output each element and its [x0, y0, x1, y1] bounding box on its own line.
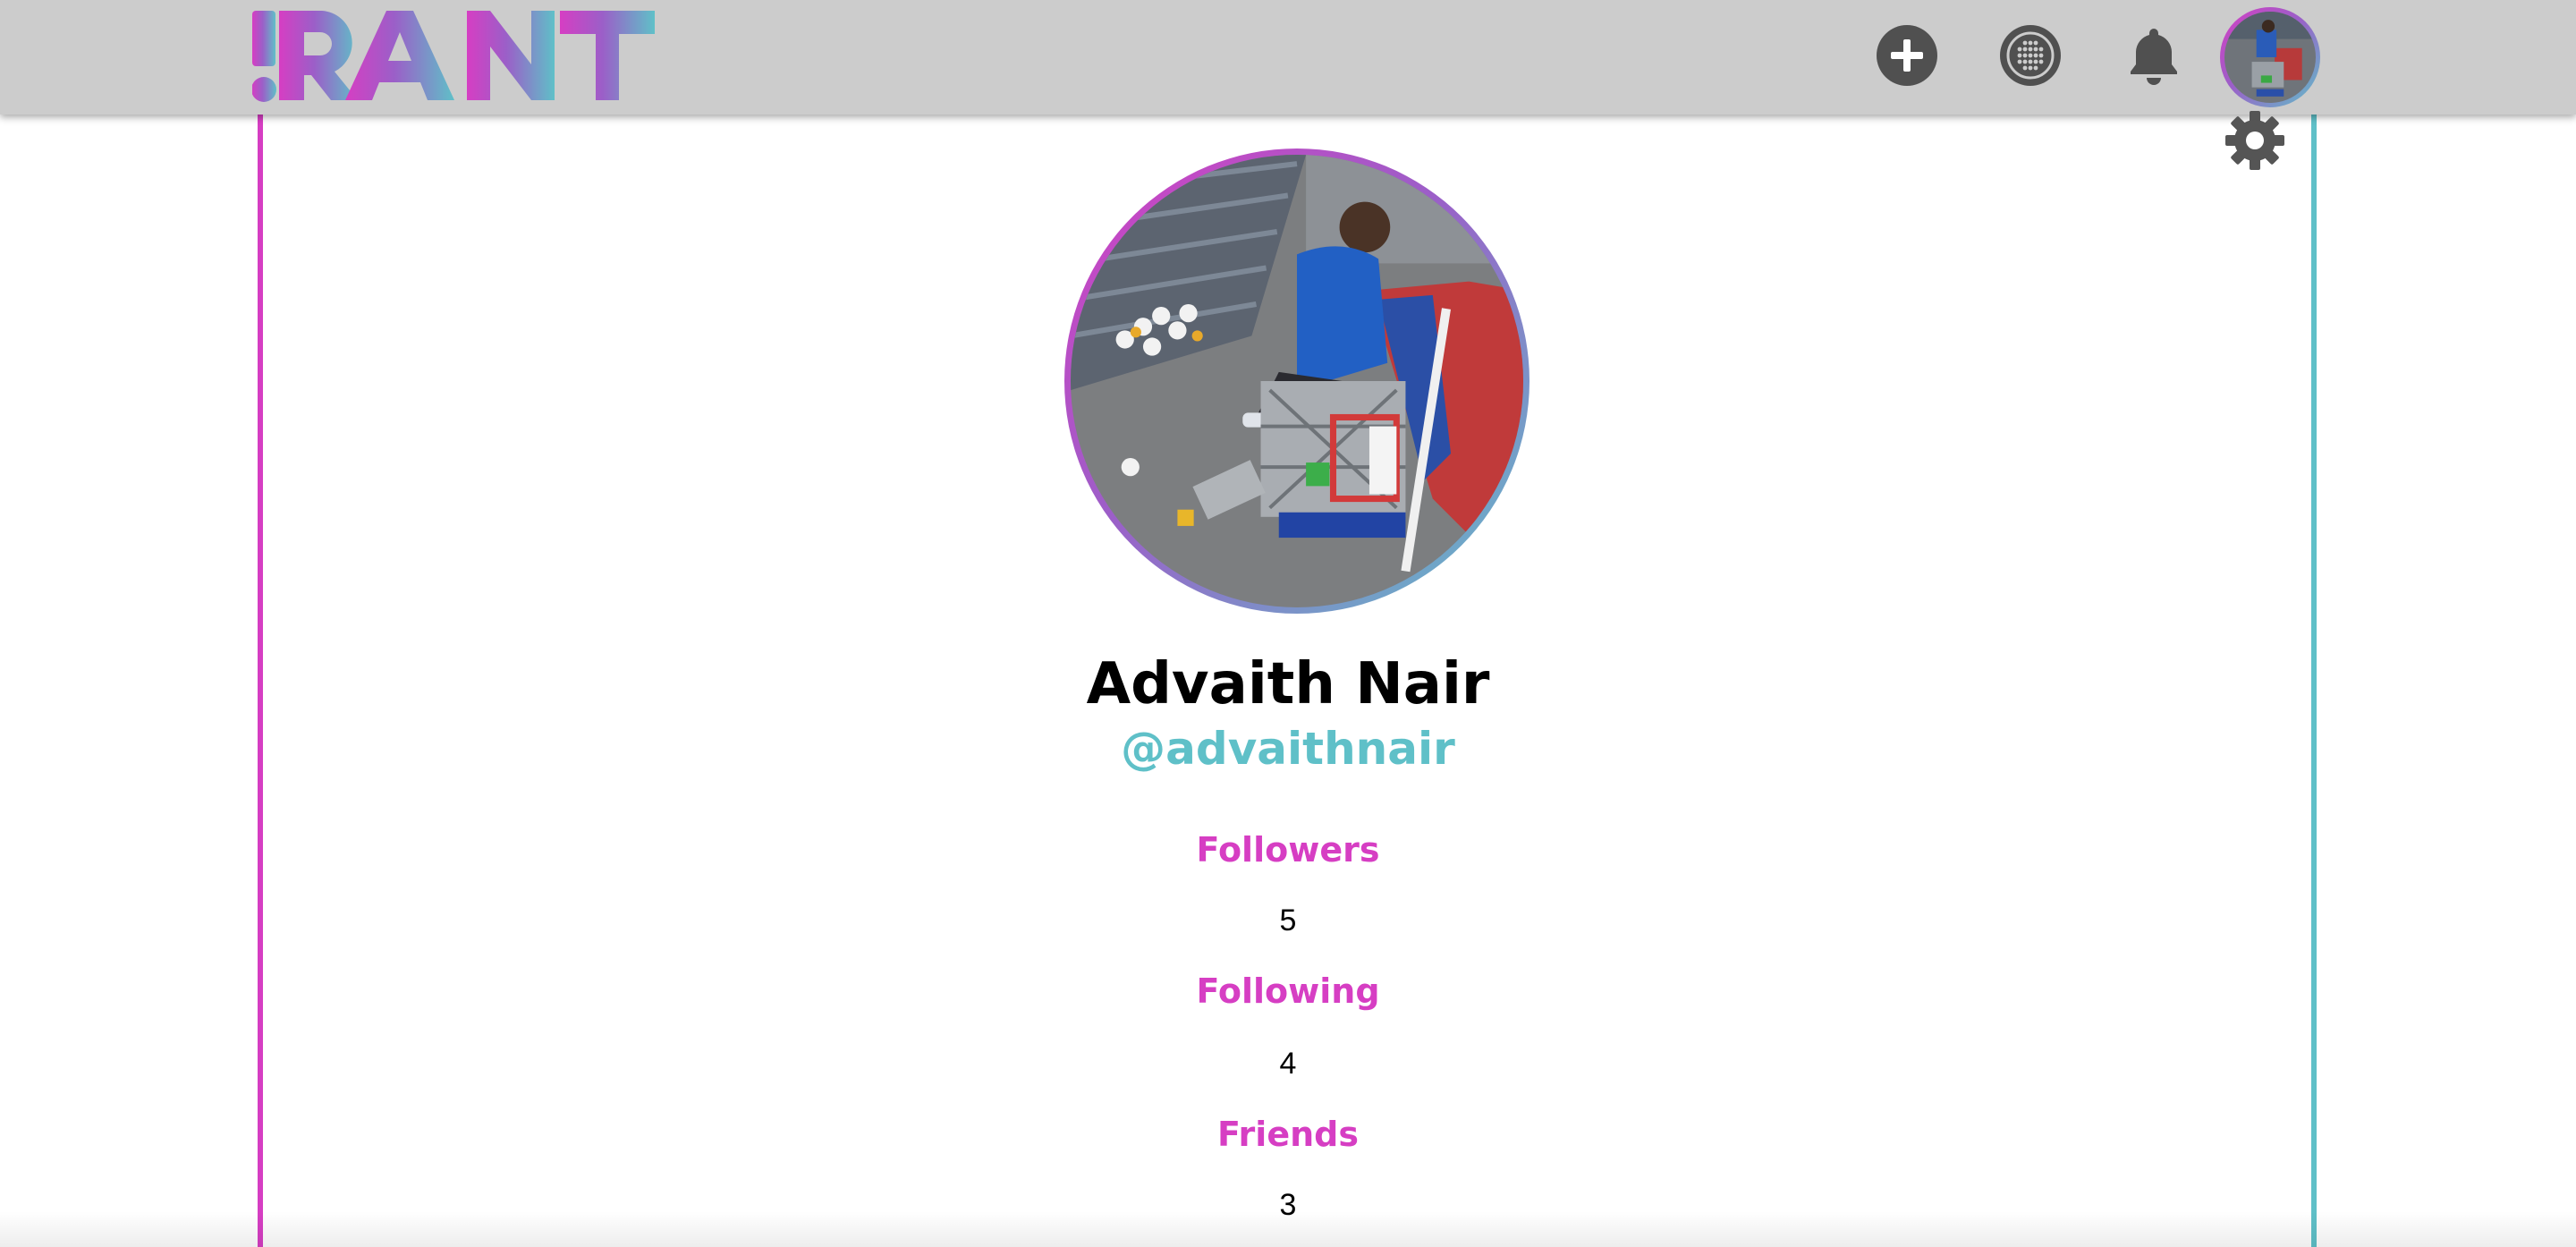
following-count: 4 — [1279, 1047, 1297, 1081]
followers-label[interactable]: Followers — [0, 830, 2576, 870]
following-label[interactable]: Following — [0, 971, 2576, 1011]
friends-count: 3 — [1279, 1188, 1297, 1222]
friends-label[interactable]: Friends — [0, 1115, 2576, 1154]
profile-photo — [1071, 155, 1523, 607]
user-avatar[interactable] — [2220, 7, 2320, 107]
profile-picture — [1064, 148, 1530, 614]
notifications-bell-icon[interactable] — [2123, 25, 2184, 86]
gear-icon[interactable] — [2224, 109, 2286, 172]
followers-count: 5 — [1279, 903, 1297, 937]
profile-handle: @advaithnair — [1121, 723, 1455, 775]
profile-name: Advaith Nair — [1086, 651, 1490, 717]
explore-icon[interactable] — [2000, 25, 2061, 86]
top-navigation-bar — [0, 0, 2576, 115]
add-post-icon[interactable] — [1877, 25, 1937, 86]
rant-logo[interactable] — [252, 2, 655, 113]
user-avatar-photo — [2224, 12, 2316, 103]
